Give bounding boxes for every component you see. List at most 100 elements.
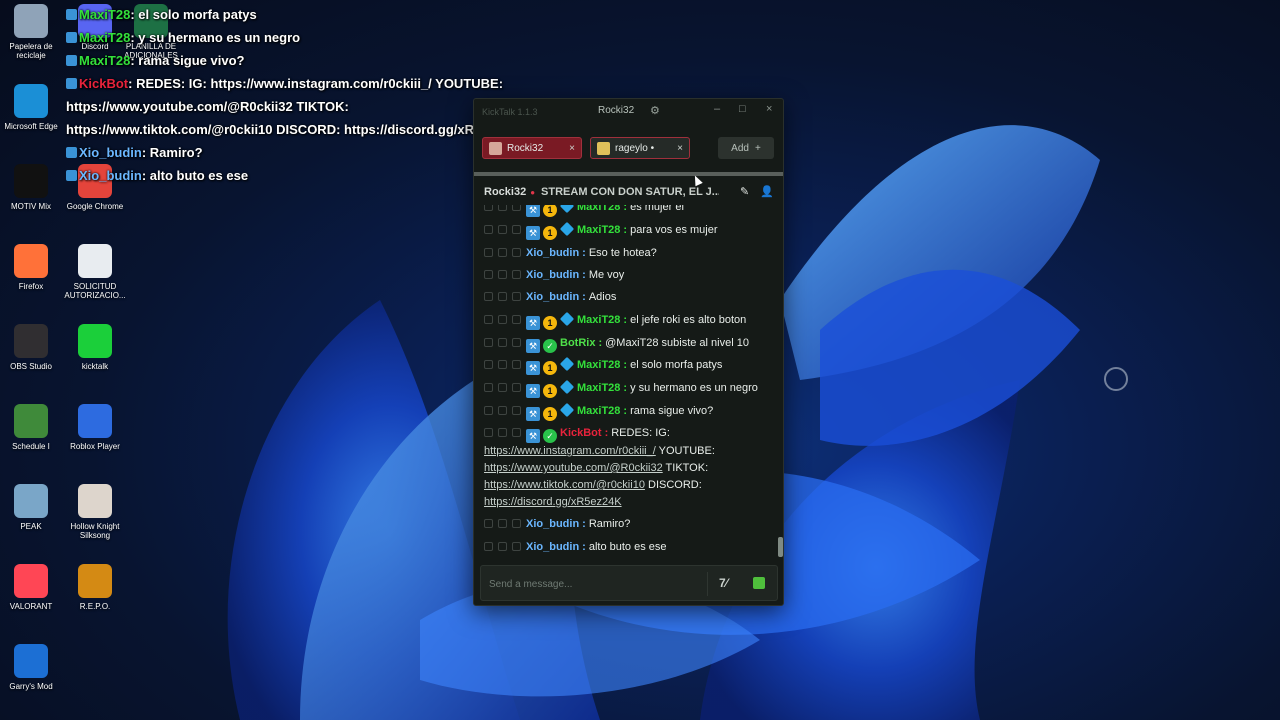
kick-emote-icon[interactable] <box>753 577 765 589</box>
desktop-shortcut[interactable]: VALORANT <box>0 564 62 611</box>
ban-icon[interactable] <box>512 225 521 234</box>
desktop-shortcut[interactable]: Garry's Mod <box>0 644 62 691</box>
ban-icon[interactable] <box>512 270 521 279</box>
chat-username[interactable]: MaxiT28 <box>577 382 620 394</box>
timeout-icon[interactable] <box>484 542 493 551</box>
chat-username[interactable]: MaxiT28 <box>577 359 620 371</box>
chat-username[interactable]: Xio_budin <box>526 269 579 281</box>
ban-icon[interactable] <box>512 315 521 324</box>
chat-username[interactable]: MaxiT28 <box>577 205 620 213</box>
chat-scrollbar[interactable] <box>778 537 783 557</box>
delete-icon[interactable] <box>498 315 507 324</box>
chat-message[interactable]: ⚒ ✓ KickBot: REDES: IG: https://www.instagra… <box>484 425 774 511</box>
chat-username[interactable]: MaxiT28 <box>577 314 620 326</box>
timeout-icon[interactable] <box>484 360 493 369</box>
chat-message[interactable]: ⚒ ✓ BotRix: @MaxiT28 subiste al nivel 10 <box>484 335 774 353</box>
chat-link[interactable]: https://www.tiktok.com/@r0ckii10 <box>484 479 645 491</box>
ban-icon[interactable] <box>512 338 521 347</box>
delete-icon[interactable] <box>498 519 507 528</box>
chat-message[interactable]: ⚒ 1 MaxiT28: para vos es mujer <box>484 221 774 240</box>
timeout-icon[interactable] <box>484 270 493 279</box>
chat-username[interactable]: Xio_budin <box>526 291 579 303</box>
ban-icon[interactable] <box>512 428 521 437</box>
close-tab-icon[interactable]: × <box>569 143 575 154</box>
desktop-shortcut[interactable]: Papelera de reciclaje <box>0 4 62 60</box>
ban-icon[interactable] <box>512 360 521 369</box>
chat-link[interactable]: https://www.instagram.com/r0ckiii_/ <box>484 445 656 457</box>
close-window-button[interactable]: × <box>766 103 772 115</box>
close-tab-icon[interactable]: × <box>677 143 683 154</box>
ban-icon[interactable] <box>512 542 521 551</box>
chat-message[interactable]: ⚒ 1 MaxiT28: es mujer el <box>484 205 774 217</box>
message-input[interactable] <box>489 574 701 594</box>
delete-icon[interactable] <box>498 338 507 347</box>
delete-icon[interactable] <box>498 428 507 437</box>
ban-icon[interactable] <box>512 205 521 211</box>
chat-message[interactable]: Xio_budin: Eso te hotea? <box>484 245 774 262</box>
chat-message[interactable]: ⚒ 1 MaxiT28: el jefe roki es alto boton <box>484 311 774 330</box>
chat-message[interactable]: ⚒ 1 MaxiT28: y su hermano es un negro <box>484 379 774 398</box>
chat-link[interactable]: https://discord.gg/xR5ez24K <box>484 496 622 508</box>
timeout-icon[interactable] <box>484 225 493 234</box>
settings-gear-icon[interactable]: ⚙ <box>650 104 660 117</box>
ban-icon[interactable] <box>512 292 521 301</box>
user-list-icon[interactable]: 👤 <box>760 185 774 198</box>
chat-username[interactable]: Xio_budin <box>526 541 579 553</box>
delete-icon[interactable] <box>498 270 507 279</box>
desktop-shortcut[interactable]: PEAK <box>0 484 62 531</box>
delete-icon[interactable] <box>498 248 507 257</box>
delete-icon[interactable] <box>498 360 507 369</box>
channel-name[interactable]: Rocki32 <box>484 186 526 198</box>
delete-icon[interactable] <box>498 205 507 211</box>
chat-message[interactable]: Xio_budin: Adios <box>484 289 774 306</box>
ban-icon[interactable] <box>512 383 521 392</box>
maximize-button[interactable]: □ <box>739 103 746 115</box>
minimize-button[interactable]: – <box>714 103 720 115</box>
delete-icon[interactable] <box>498 542 507 551</box>
chat-message[interactable]: Xio_budin: Ramiro? <box>484 516 774 533</box>
desktop-shortcut[interactable]: Hollow Knight Silksong <box>64 484 126 540</box>
tab-rageylo[interactable]: rageylo • × <box>590 137 690 159</box>
ban-icon[interactable] <box>512 519 521 528</box>
logged-in-user[interactable]: Rocki32 <box>598 105 634 116</box>
delete-icon[interactable] <box>498 406 507 415</box>
chat-username[interactable]: Xio_budin <box>526 518 579 530</box>
desktop-shortcut[interactable]: Microsoft Edge <box>0 84 62 131</box>
delete-icon[interactable] <box>498 225 507 234</box>
timeout-icon[interactable] <box>484 292 493 301</box>
chat-username[interactable]: BotRix <box>560 337 595 349</box>
desktop-shortcut[interactable]: SOLICITUD AUTORIZACIO... <box>64 244 126 300</box>
delete-icon[interactable] <box>498 383 507 392</box>
timeout-icon[interactable] <box>484 248 493 257</box>
chat-message[interactable]: Xio_budin: alto buto es ese <box>484 539 774 556</box>
7tv-emote-icon[interactable]: 7⁄ <box>719 576 728 590</box>
chat-username[interactable]: MaxiT28 <box>577 224 620 236</box>
desktop-shortcut[interactable]: R.E.P.O. <box>64 564 126 611</box>
chat-username[interactable]: Xio_budin <box>526 247 579 259</box>
chat-link[interactable]: https://www.youtube.com/@R0ckii32 <box>484 462 663 474</box>
desktop-shortcut[interactable]: Roblox Player <box>64 404 126 451</box>
desktop-shortcut[interactable]: kicktalk <box>64 324 126 371</box>
desktop-shortcut[interactable]: MOTIV Mix <box>0 164 62 211</box>
timeout-icon[interactable] <box>484 519 493 528</box>
timeout-icon[interactable] <box>484 338 493 347</box>
mod-tools-icon[interactable]: ✎ <box>740 185 749 198</box>
timeout-icon[interactable] <box>484 383 493 392</box>
chat-username[interactable]: MaxiT28 <box>577 405 620 417</box>
desktop-shortcut[interactable]: Schedule I <box>0 404 62 451</box>
timeout-icon[interactable] <box>484 205 493 211</box>
chat-username[interactable]: KickBot <box>560 427 602 439</box>
desktop-shortcut[interactable]: OBS Studio <box>0 324 62 371</box>
chat-message[interactable]: ⚒ 1 MaxiT28: rama sigue vivo? <box>484 402 774 421</box>
chat-message[interactable]: ⚒ 1 MaxiT28: el solo morfa patys <box>484 356 774 375</box>
desktop-shortcut[interactable]: Firefox <box>0 244 62 291</box>
timeout-icon[interactable] <box>484 315 493 324</box>
tab-rocki32[interactable]: Rocki32 × <box>482 137 582 159</box>
timeout-icon[interactable] <box>484 406 493 415</box>
add-channel-button[interactable]: Add + <box>718 137 774 159</box>
chat-message[interactable]: Xio_budin: Me voy <box>484 267 774 284</box>
ban-icon[interactable] <box>512 248 521 257</box>
ban-icon[interactable] <box>512 406 521 415</box>
timeout-icon[interactable] <box>484 428 493 437</box>
delete-icon[interactable] <box>498 292 507 301</box>
